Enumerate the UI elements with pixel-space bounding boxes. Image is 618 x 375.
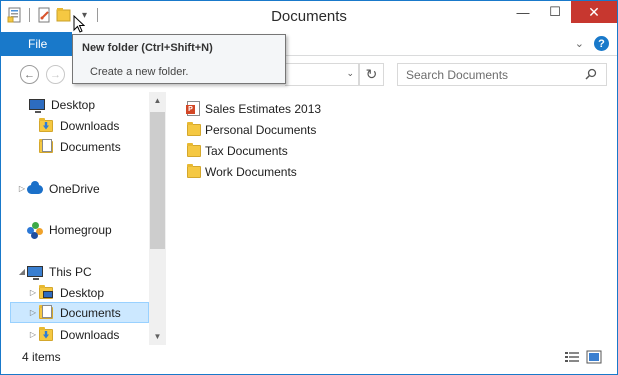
list-item[interactable]: Tax Documents [186,140,288,161]
powerpoint-file-icon [186,100,202,117]
nav-item-this-pc-downloads[interactable]: ▷ Downloads [28,324,119,345]
nav-item-label: Downloads [60,118,120,133]
details-view-icon[interactable] [563,349,581,365]
explorer-window: ▾ Documents — ☐ ✕ File ⌄ ? ← → ⌄ ↻ Searc… [0,0,618,375]
file-name: Personal Documents [205,122,317,137]
large-icons-view-icon[interactable] [585,349,603,365]
scrollbar-thumb[interactable] [150,112,165,249]
homegroup-icon [27,221,43,239]
scroll-up-icon[interactable]: ▲ [149,92,166,109]
address-dropdown-icon[interactable]: ⌄ [346,68,354,79]
status-bar: 4 items [1,345,617,374]
nav-item-this-pc-desktop[interactable]: ▷ Desktop [28,282,105,305]
nav-item-label: Desktop [60,285,105,300]
documents-folder-icon [38,304,54,321]
help-icon[interactable]: ? [594,36,609,51]
nav-item-label: Documents [60,305,121,320]
nav-item-label: Documents [60,139,121,154]
address-bar[interactable]: ⌄ [285,63,359,86]
minimize-button[interactable]: — [507,1,539,23]
view-switcher [563,349,603,365]
window-controls: — ☐ ✕ [507,1,617,23]
item-count: 4 items [22,350,61,364]
nav-item-label: Desktop [51,97,96,112]
file-name: Sales Estimates 2013 [205,101,322,116]
nav-item-this-pc-documents[interactable]: ▷ Documents [10,302,149,323]
file-list: Sales Estimates 2013 Personal Documents … [166,92,617,345]
search-placeholder: Search Documents [406,68,509,82]
expand-ribbon-icon[interactable]: ⌄ [575,37,584,50]
forward-button[interactable]: → [46,65,65,84]
desktop-folder-icon [38,284,55,305]
nav-item-downloads-favorite[interactable]: Downloads [38,115,119,136]
scroll-down-icon[interactable]: ▼ [149,328,166,345]
search-icon[interactable] [584,67,598,81]
nav-item-desktop-favorite[interactable]: Desktop [29,94,95,115]
list-item[interactable]: Personal Documents [186,119,316,140]
nav-item-label: This PC [49,264,92,279]
desktop-icon [29,97,45,113]
folder-icon [186,163,202,180]
documents-icon [38,138,54,155]
file-name: Work Documents [205,164,297,179]
nav-item-this-pc[interactable]: ◢ This PC [17,261,92,282]
nav-item-onedrive[interactable]: ▷ OneDrive [17,178,100,199]
mouse-cursor-icon [73,14,86,37]
computer-icon [27,264,43,280]
nav-item-label: Downloads [60,327,120,342]
expand-arrow-icon[interactable]: ▷ [28,330,38,339]
new-folder-tooltip: New folder (Ctrl+Shift+N) Create a new f… [72,34,286,84]
navigation-pane: Desktop Downloads Documents ▷ OneDrive H… [1,92,166,345]
downloads-icon [38,117,54,134]
file-tab[interactable]: File [1,32,72,56]
search-input[interactable]: Search Documents [397,63,607,86]
expand-arrow-icon[interactable]: ▷ [28,288,38,297]
collapse-arrow-icon[interactable]: ◢ [17,267,27,276]
maximize-button[interactable]: ☐ [539,1,571,23]
expand-arrow-icon[interactable]: ▷ [28,308,38,317]
nav-item-label: OneDrive [49,181,100,196]
nav-item-documents-favorite[interactable]: Documents [38,136,121,157]
folder-icon [186,121,202,138]
title-bar: ▾ Documents — ☐ ✕ [1,1,617,32]
nav-item-label: Homegroup [49,222,112,237]
downloads-folder-icon [38,326,54,343]
onedrive-icon [27,180,43,197]
tooltip-description: Create a new folder. [90,66,189,78]
back-button[interactable]: ← [20,65,39,84]
folder-icon [186,142,202,159]
expand-arrow-icon[interactable]: ▷ [17,184,27,193]
navigation-pane-scrollbar[interactable]: ▲ ▼ [149,92,166,345]
close-button[interactable]: ✕ [571,1,617,23]
ribbon-right-controls: ⌄ ? [575,36,609,51]
nav-item-homegroup[interactable]: Homegroup [27,219,112,240]
tooltip-title: New folder (Ctrl+Shift+N) [82,42,213,54]
refresh-button[interactable]: ↻ [359,63,384,86]
list-item[interactable]: Sales Estimates 2013 [186,98,321,119]
list-item[interactable]: Work Documents [186,161,297,182]
file-name: Tax Documents [205,143,288,158]
